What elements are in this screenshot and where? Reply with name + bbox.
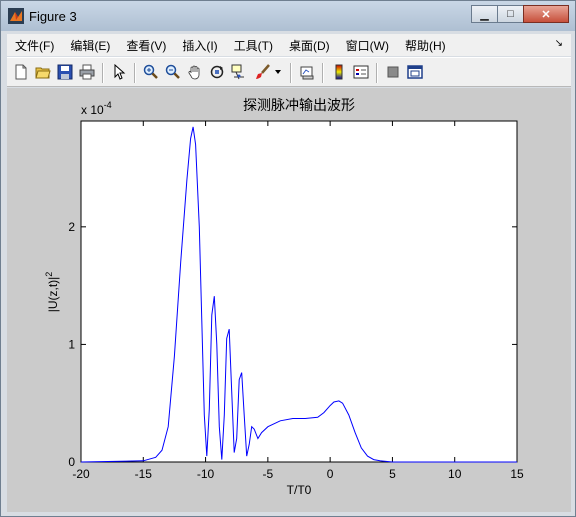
minimize-button[interactable]: ▁: [471, 5, 498, 23]
menu-overflow-icon[interactable]: ↘: [555, 38, 563, 49]
figure-toolbar: [7, 57, 571, 87]
rotate-3d-icon[interactable]: [207, 62, 227, 82]
maximize-button[interactable]: □: [497, 5, 524, 23]
close-button[interactable]: ✕: [523, 5, 569, 23]
menu-bar: 文件(F) 编辑(E) 查看(V) 插入(I) 工具(T) 桌面(D) 窗口(W…: [7, 34, 571, 56]
matlab-logo-icon: [8, 8, 24, 24]
toolbar-separator: [322, 63, 324, 83]
y-tick-label: 1: [68, 337, 75, 351]
toolbar-separator: [376, 63, 378, 83]
data-cursor-icon[interactable]: [229, 62, 249, 82]
brush-dropdown-icon[interactable]: [273, 62, 283, 82]
x-tick-label: 10: [448, 467, 462, 481]
brush-icon[interactable]: [253, 62, 273, 82]
edit-plot-arrow-icon[interactable]: [109, 62, 129, 82]
hide-plot-tools-icon[interactable]: [383, 62, 403, 82]
y-axis-label: |U(z,t)|2: [44, 272, 60, 313]
menu-edit[interactable]: 编辑(E): [62, 37, 118, 54]
link-plot-icon[interactable]: [297, 62, 317, 82]
y-tick-label: 2: [68, 220, 75, 234]
pan-hand-icon[interactable]: [185, 62, 205, 82]
toolbar-separator: [290, 63, 292, 83]
open-file-icon[interactable]: [33, 62, 53, 82]
menu-help[interactable]: 帮助(H): [397, 37, 454, 54]
x-tick-label: -10: [197, 467, 215, 481]
y-tick-label: 0: [68, 455, 75, 469]
menu-tools[interactable]: 工具(T): [226, 37, 281, 54]
figure-canvas: -20 -15 -10 -5 0 5 10 15 0 1 2 探测脉冲输出波形 x 10-4 T/T…: [7, 88, 571, 512]
x-tick-label: 0: [327, 467, 334, 481]
toolbar-separator: [102, 63, 104, 83]
x-tick-label: -20: [72, 467, 90, 481]
x-tick-label: -5: [263, 467, 274, 481]
print-icon[interactable]: [77, 62, 97, 82]
menu-insert[interactable]: 插入(I): [174, 37, 225, 54]
menu-file[interactable]: 文件(F): [7, 37, 62, 54]
window-title: Figure 3: [29, 9, 77, 24]
title-bar[interactable]: Figure 3 ▁ □ ✕: [1, 1, 575, 31]
plot-svg[interactable]: -20 -15 -10 -5 0 5 10 15 0 1 2 探测脉冲输出波形 x 10-4 T/T…: [7, 88, 571, 512]
chart-title: 探测脉冲输出波形: [243, 97, 355, 113]
toolbar-separator: [134, 63, 136, 83]
axes-area[interactable]: [80, 120, 518, 463]
zoom-in-icon[interactable]: [141, 62, 161, 82]
x-tick-label: 5: [389, 467, 396, 481]
new-figure-icon[interactable]: [11, 62, 31, 82]
exponent-label: x 10-4: [81, 100, 112, 117]
legend-icon[interactable]: [351, 62, 371, 82]
menu-view[interactable]: 查看(V): [118, 37, 174, 54]
x-tick-label: -15: [135, 467, 153, 481]
show-plot-tools-icon[interactable]: [405, 62, 425, 82]
zoom-out-icon[interactable]: [163, 62, 183, 82]
save-icon[interactable]: [55, 62, 75, 82]
menu-window[interactable]: 窗口(W): [338, 37, 397, 54]
menu-desktop[interactable]: 桌面(D): [281, 37, 338, 54]
figure-window: Figure 3 ▁ □ ✕ 文件(F) 编辑(E) 查看(V) 插入(I) 工…: [0, 0, 576, 517]
x-tick-label: 15: [510, 467, 524, 481]
colorbar-icon[interactable]: [329, 62, 349, 82]
x-axis-label: T/T0: [287, 483, 312, 497]
